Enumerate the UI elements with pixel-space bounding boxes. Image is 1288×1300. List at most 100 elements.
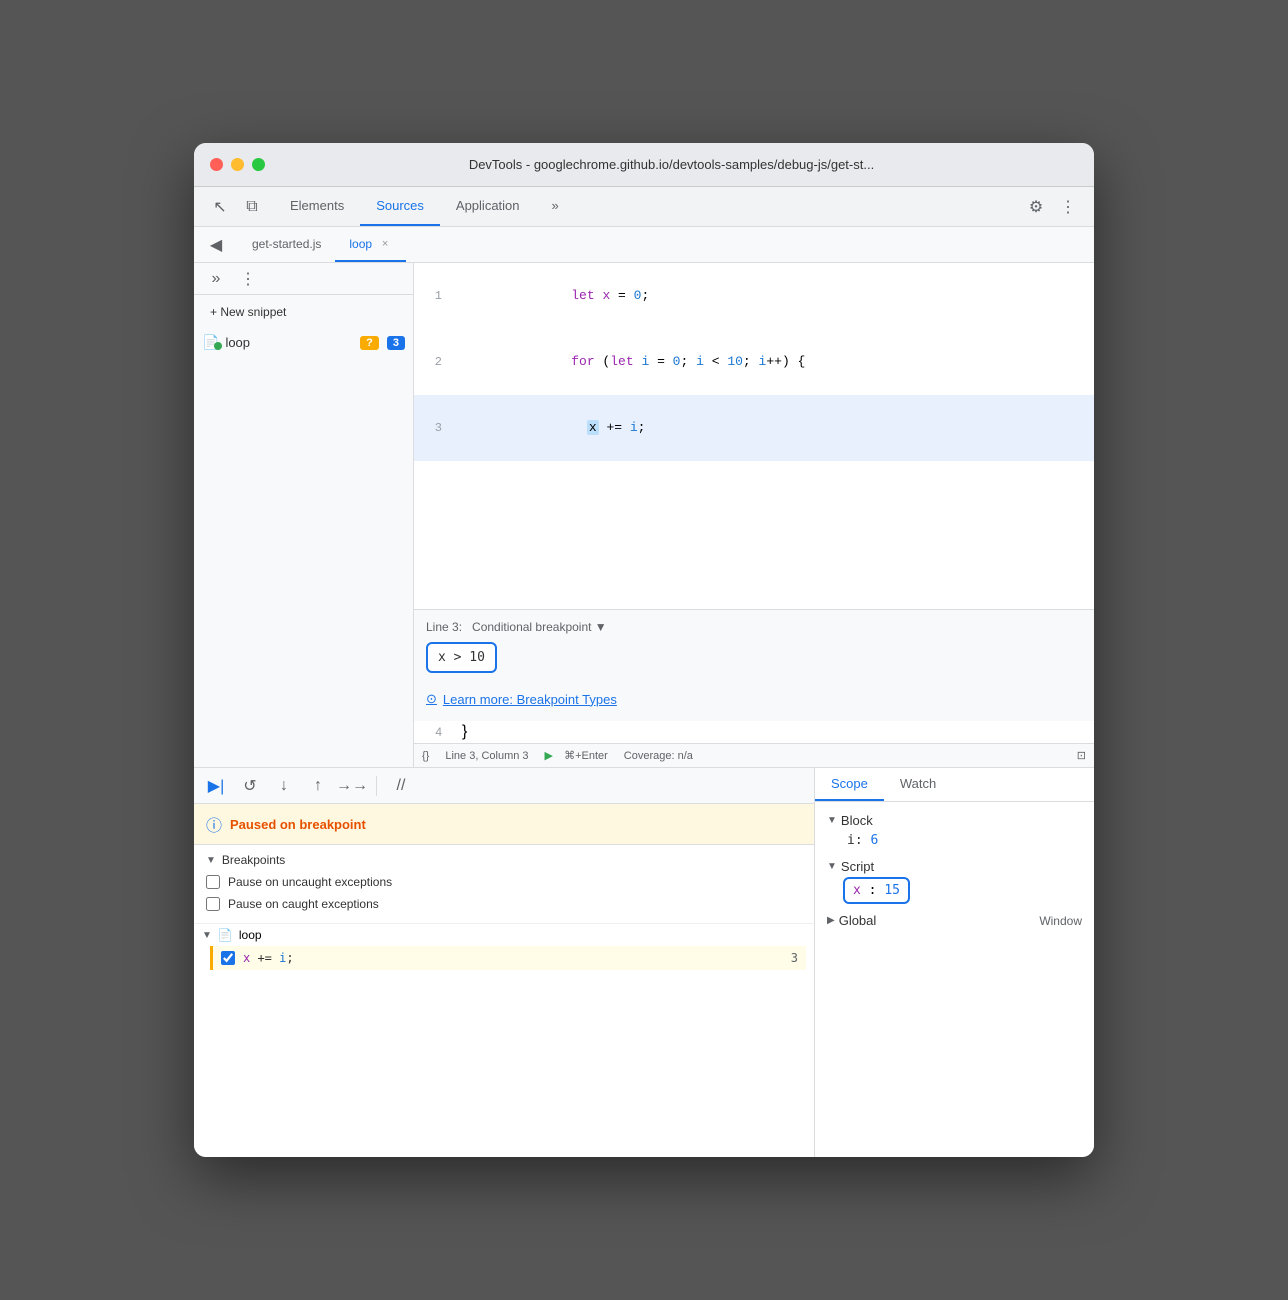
devtools-tabbar: ↖ ⧉ Elements Sources Application » ⚙ ⋮ (194, 187, 1094, 227)
cursor-icon[interactable]: ↖ (206, 193, 234, 221)
scope-block-group: ▼ Block i: 6 (827, 810, 1082, 850)
file-tab-loop[interactable]: loop × (335, 227, 406, 262)
devtools-tabs: Elements Sources Application » (274, 187, 1014, 226)
position-indicator: Line 3, Column 3 (445, 750, 528, 762)
step-button[interactable]: →→ (338, 772, 366, 800)
chevron-right-icon[interactable]: » (202, 265, 230, 293)
circle-arrow-icon: ⊙ (426, 691, 437, 707)
line-number-2: 2 (414, 351, 454, 373)
bp-condition-input[interactable]: x > 10 (426, 642, 497, 673)
new-snippet-button[interactable]: + New snippet (202, 301, 405, 323)
line-code-1: let x = 0; (454, 263, 1094, 329)
loop-section-header[interactable]: ▼ 📄 loop (202, 924, 806, 946)
settings-icon[interactable]: ⚙ (1022, 193, 1050, 221)
pause-caught-checkbox[interactable] (206, 897, 220, 911)
bottom-section: ▶| ↺ ↓ ↑ →→ // ⓘ Paused on breakpoint ▼ … (194, 767, 1094, 1157)
devtools-tab-actions: ⚙ ⋮ (1014, 187, 1090, 226)
script-triangle-icon: ▼ (827, 861, 837, 872)
dots-vert-icon[interactable]: ⋮ (234, 265, 262, 293)
loop-breakpoint-section: ▼ 📄 loop x += i; 3 (194, 924, 814, 978)
step-over-button[interactable]: ↺ (236, 772, 264, 800)
window-title: DevTools - googlechrome.github.io/devtoo… (265, 157, 1078, 172)
tab-sources[interactable]: Sources (360, 187, 440, 226)
block-triangle-icon: ▼ (827, 815, 837, 826)
tab-application[interactable]: Application (440, 187, 536, 226)
tab-scope[interactable]: Scope (815, 768, 884, 801)
editor-area: » ⋮ + New snippet 📄 loop ? 3 (194, 263, 1094, 767)
breakpoint-popup: Line 3: Conditional breakpoint ▼ x > 10 … (414, 609, 1094, 721)
file-tab-nav: ◀ (194, 227, 238, 262)
pause-uncaught-checkbox[interactable] (206, 875, 220, 889)
snippet-item-loop[interactable]: 📄 loop ? 3 (194, 329, 413, 356)
minimize-button[interactable] (231, 158, 244, 171)
breakpoint-code: x += i; (243, 951, 783, 965)
line-number-4: 4 (414, 721, 454, 743)
breakpoint-checkbox[interactable] (221, 951, 235, 965)
sidebar: » ⋮ + New snippet 📄 loop ? 3 (194, 263, 414, 767)
triangle-down-icon: ▼ (206, 855, 216, 866)
tab-watch[interactable]: Watch (884, 768, 952, 801)
file-tab-get-started[interactable]: get-started.js (238, 227, 335, 262)
line-number-3: 3 (414, 417, 454, 439)
pretty-print-icon[interactable]: {} (422, 750, 429, 762)
learn-more-link[interactable]: ⊙ Learn more: Breakpoint Types (426, 687, 1082, 711)
scope-script-header[interactable]: ▼ Script (827, 856, 1082, 877)
snippet-line-badge: 3 (387, 336, 405, 350)
paused-message: Paused on breakpoint (230, 817, 366, 832)
global-triangle-icon: ▶ (827, 915, 835, 926)
toolbar-divider (376, 776, 377, 796)
devtools-window: DevTools - googlechrome.github.io/devtoo… (194, 143, 1094, 1157)
code-line-3: 3 x += i; (414, 395, 1094, 461)
file-tabs-bar: ◀ get-started.js loop × (194, 227, 1094, 263)
step-out-button[interactable]: ↑ (304, 772, 332, 800)
status-bar: {} Line 3, Column 3 ▶ ⌘+Enter Coverage: … (414, 743, 1094, 767)
info-icon: ⓘ (206, 812, 222, 836)
scope-script-group: ▼ Script x : 15 (827, 856, 1082, 904)
pause-caught-row: Pause on caught exceptions (206, 893, 802, 915)
run-label: ▶ ⌘+Enter (545, 749, 608, 762)
code-editor: 1 let x = 0; 2 for (let i = 0; i < 10; i… (414, 263, 1094, 767)
scope-var-i: i: 6 (827, 831, 1082, 850)
scope-var-x-highlighted: x : 15 (843, 877, 910, 904)
titlebar: DevTools - googlechrome.github.io/devtoo… (194, 143, 1094, 187)
line-code-3: x += i; (454, 395, 1094, 461)
debug-info-bar: ⓘ Paused on breakpoint (194, 804, 814, 845)
close-button[interactable] (210, 158, 223, 171)
line-code-4: } (454, 721, 1094, 743)
line-number-1: 1 (414, 285, 454, 307)
editor-wrapper: ◀ get-started.js loop × » ⋮ + New snippe… (194, 227, 1094, 767)
scope-content: ▼ Block i: 6 ▼ Script x (815, 802, 1094, 945)
maximize-button[interactable] (252, 158, 265, 171)
resume-button[interactable]: ▶| (202, 772, 230, 800)
breakpoints-section: ▼ Breakpoints Pause on uncaught exceptio… (194, 845, 814, 924)
file-tab-close-icon[interactable]: × (378, 237, 392, 251)
step-into-button[interactable]: ↓ (270, 772, 298, 800)
tab-more[interactable]: » (536, 187, 575, 226)
snippet-running-dot (214, 342, 222, 350)
bp-header: Line 3: Conditional breakpoint ▼ (426, 620, 1082, 634)
sidebar-toolbar: » ⋮ (194, 263, 413, 295)
deactivate-button[interactable]: // (387, 772, 415, 800)
scope-block-header[interactable]: ▼ Block (827, 810, 1082, 831)
line-code-2: for (let i = 0; i < 10; i++) { (454, 329, 1094, 395)
scope-panel: Scope Watch ▼ Block i: 6 (814, 768, 1094, 1157)
pause-uncaught-row: Pause on uncaught exceptions (206, 871, 802, 893)
scope-global-header[interactable]: ▶ Global Window (827, 910, 1082, 931)
code-line-4: 4 } (414, 721, 1094, 743)
code-line-2: 2 for (let i = 0; i < 10; i++) { (414, 329, 1094, 395)
debug-panel: ▶| ↺ ↓ ↑ →→ // ⓘ Paused on breakpoint ▼ … (194, 768, 814, 1157)
layers-icon[interactable]: ⧉ (238, 193, 266, 221)
devtools-tab-icons: ↖ ⧉ (198, 187, 274, 226)
snippet-question-badge: ? (360, 336, 379, 350)
code-lines: 1 let x = 0; 2 for (let i = 0; i < 10; i… (414, 263, 1094, 609)
loop-file-icon: 📄 (218, 928, 233, 942)
scope-global-group: ▶ Global Window (827, 910, 1082, 931)
breakpoints-header[interactable]: ▼ Breakpoints (206, 853, 802, 867)
coverage-indicator: Coverage: n/a (624, 750, 693, 762)
tab-elements[interactable]: Elements (274, 187, 360, 226)
menu-icon[interactable]: ⋮ (1054, 193, 1082, 221)
coverage-icon[interactable]: ⊡ (1077, 749, 1086, 762)
back-panel-icon[interactable]: ◀ (202, 231, 230, 259)
code-line-1: 1 let x = 0; (414, 263, 1094, 329)
debug-toolbar: ▶| ↺ ↓ ↑ →→ // (194, 768, 814, 804)
